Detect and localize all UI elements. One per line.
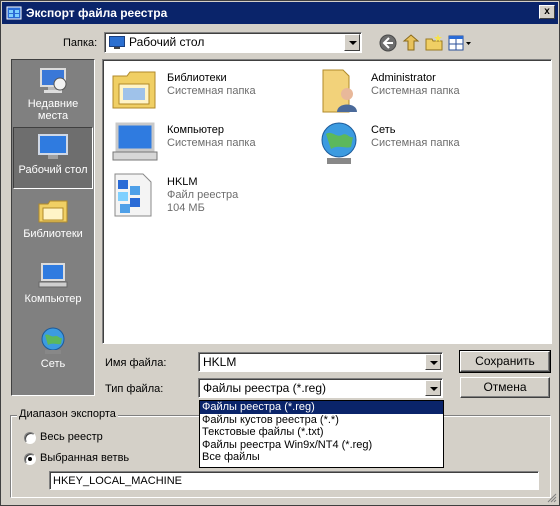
network-globe-icon: [321, 122, 357, 164]
file-name: Сеть: [371, 124, 396, 136]
place-computer[interactable]: Компьютер: [13, 257, 93, 319]
file-type: Системная папка: [167, 85, 256, 97]
computer-icon: [112, 122, 158, 161]
user-folder-icon: [322, 69, 357, 113]
dialog-title: Экспорт файла реестра: [26, 6, 168, 20]
place-libraries[interactable]: Библиотеки: [13, 192, 93, 254]
computer-icon: [38, 263, 68, 288]
recent-places-icon: [40, 68, 67, 93]
file-name: HKLM: [167, 176, 198, 188]
file-type: Файл реестра: [167, 189, 239, 201]
filename-dropdown[interactable]: [425, 354, 441, 370]
up-folder-icon[interactable]: [401, 33, 421, 53]
network-icon: [41, 327, 65, 354]
filetype-option[interactable]: Файлы реестра (*.reg): [200, 401, 443, 414]
back-icon[interactable]: [378, 33, 398, 53]
file-item-libraries[interactable]: Библиотеки Системная папка: [109, 66, 319, 116]
branch-path-input[interactable]: HKEY_LOCAL_MACHINE: [49, 471, 539, 490]
folder-combo-value: Рабочий стол: [129, 35, 205, 49]
registry-file-icon: [114, 173, 152, 217]
file-name: Библиотеки: [167, 72, 227, 84]
folder-combo-dropdown[interactable]: [344, 34, 360, 51]
filetype-value: Файлы реестра (*.reg): [203, 381, 326, 395]
title-bar[interactable]: Экспорт файла реестра x: [2, 2, 558, 24]
folder-combo[interactable]: Рабочий стол: [104, 32, 362, 53]
filetype-select[interactable]: Файлы реестра (*.reg): [198, 378, 443, 398]
file-item-computer[interactable]: Компьютер Системная папка: [109, 118, 319, 168]
place-label: Недавние места: [27, 98, 79, 122]
filetype-option[interactable]: Файлы реестра Win9x/NT4 (*.reg): [200, 439, 443, 452]
resize-grip-icon[interactable]: [545, 491, 557, 503]
filename-input[interactable]: HKLM: [198, 352, 443, 372]
place-network[interactable]: Сеть: [13, 322, 93, 384]
cancel-button[interactable]: Отмена: [460, 377, 550, 398]
place-desktop[interactable]: Рабочий стол: [13, 127, 93, 189]
filetype-dropdown-list[interactable]: Файлы реестра (*.reg) Файлы кустов реест…: [199, 400, 444, 468]
file-item-network[interactable]: Сеть Системная папка: [313, 118, 523, 168]
close-button[interactable]: x: [539, 5, 555, 19]
radio-selected-branch[interactable]: [24, 453, 36, 465]
places-bar: Недавние места Рабочий стол Библиотеки К…: [11, 59, 95, 396]
file-item-hklm[interactable]: HKLM Файл реестра 104 МБ: [109, 170, 319, 220]
registry-app-icon: [6, 6, 22, 20]
file-type: Системная папка: [371, 137, 460, 149]
filetype-option[interactable]: Все файлы: [200, 451, 443, 464]
place-label: Компьютер: [24, 293, 82, 305]
filename-label: Имя файла:: [105, 357, 167, 369]
filename-value: HKLM: [203, 355, 237, 369]
place-label: Рабочий стол: [18, 164, 88, 176]
place-label: Сеть: [40, 358, 66, 370]
new-folder-icon[interactable]: [424, 33, 444, 53]
file-name: Administrator: [371, 72, 436, 84]
filetype-dropdown[interactable]: [425, 380, 441, 396]
file-name: Компьютер: [167, 124, 224, 136]
radio-branch-label: Выбранная ветвь: [40, 452, 130, 464]
file-type: Системная папка: [371, 85, 460, 97]
branch-path-value: HKEY_LOCAL_MACHINE: [53, 475, 182, 487]
desktop-icon: [109, 36, 125, 49]
filetype-label: Тип файла:: [105, 383, 164, 395]
libraries-icon: [38, 200, 68, 223]
place-label: Библиотеки: [23, 228, 83, 240]
radio-all-label: Весь реестр: [40, 431, 103, 443]
export-range-title: Диапазон экспорта: [17, 408, 118, 420]
view-menu-icon[interactable]: [447, 33, 473, 53]
file-type: Системная папка: [167, 137, 256, 149]
libraries-folder-icon: [112, 71, 156, 109]
desktop-icon: [38, 134, 68, 159]
filetype-option[interactable]: Текстовые файлы (*.txt): [200, 426, 443, 439]
export-registry-dialog: Экспорт файла реестра x Папка: Рабочий с…: [0, 0, 560, 506]
file-list[interactable]: Библиотеки Системная папка Administrator…: [102, 59, 552, 344]
folder-label: Папка:: [63, 37, 98, 49]
save-button[interactable]: Сохранить: [459, 350, 551, 373]
file-size: 104 МБ: [167, 202, 205, 214]
file-item-administrator[interactable]: Administrator Системная папка: [313, 66, 523, 116]
place-recent[interactable]: Недавние места: [13, 62, 93, 126]
filetype-option[interactable]: Файлы кустов реестра (*.*): [200, 414, 443, 427]
radio-all-registry[interactable]: [24, 432, 36, 444]
